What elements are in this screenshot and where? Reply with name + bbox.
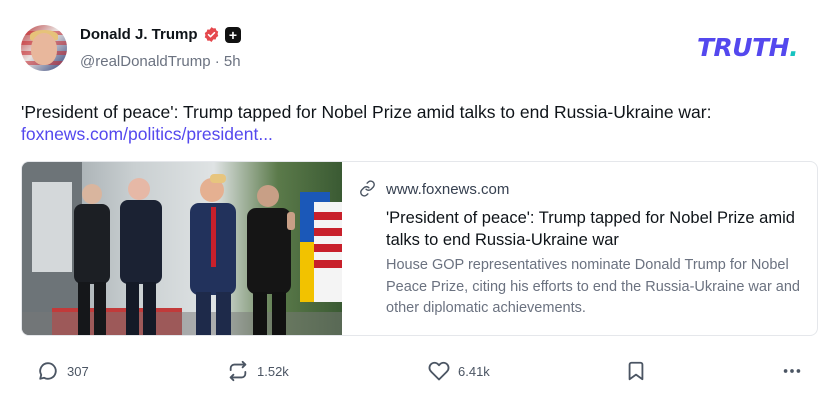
retruth-icon (229, 360, 247, 382)
card-description: House GOP representatives nominate Donal… (386, 257, 800, 316)
logo-dot: . (789, 33, 799, 62)
card-title: 'President of peace': Trump tapped for N… (386, 209, 795, 249)
handle-line: @realDonaldTrump · 5h (80, 53, 241, 70)
bookmark-button[interactable] (625, 356, 647, 386)
avatar[interactable] (21, 25, 67, 71)
avatar-face (31, 33, 57, 65)
plus-badge-icon: + (225, 27, 241, 43)
author-name[interactable]: Donald J. Trump (80, 26, 198, 43)
more-icon (783, 369, 801, 373)
card-domain: www.foxnews.com (386, 181, 510, 198)
card-image (22, 162, 342, 335)
handle[interactable]: @realDonaldTrump (80, 53, 211, 70)
post-text: 'President of peace': Trump tapped for N… (21, 102, 712, 122)
more-options-button[interactable] (781, 356, 803, 386)
retruth-button[interactable]: 1.52k (227, 356, 289, 386)
heart-icon (428, 361, 450, 381)
action-bar: 307 1.52k 6.41k (0, 356, 840, 386)
like-button[interactable]: 6.41k (428, 356, 490, 386)
timestamp[interactable]: 5h (224, 53, 241, 70)
reply-button[interactable]: 307 (37, 356, 89, 386)
link-preview-card[interactable]: www.foxnews.com 'President of peace': Tr… (21, 161, 818, 336)
logo-text: TRUTH (697, 33, 790, 62)
verified-badge-icon (204, 27, 219, 42)
separator: · (214, 53, 220, 70)
link-icon (360, 180, 375, 197)
reply-count: 307 (67, 363, 89, 379)
like-count: 6.41k (458, 363, 490, 379)
truth-social-logo[interactable]: TRUTH. (697, 33, 799, 62)
reply-icon (39, 362, 57, 380)
retruth-count: 1.52k (257, 363, 289, 379)
post-link[interactable]: foxnews.com/politics/president... (21, 123, 273, 146)
bookmark-icon (628, 361, 644, 381)
